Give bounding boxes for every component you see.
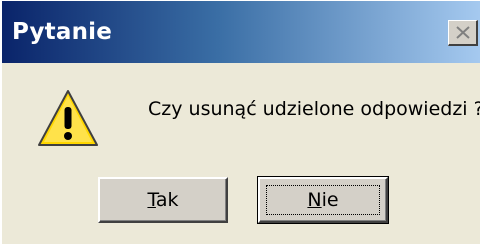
close-button[interactable]: [448, 20, 478, 46]
yes-button[interactable]: Tak: [98, 177, 228, 223]
no-button[interactable]: Nie: [257, 176, 389, 224]
question-dialog: Pytanie Czy usunąć udzielone odpowiedzi …: [0, 0, 480, 244]
yes-button-label: Tak: [147, 189, 179, 211]
warning-icon: [38, 90, 98, 146]
close-icon: [456, 26, 470, 39]
focus-indicator: [266, 185, 380, 215]
dialog-message: Czy usunąć udzielone odpowiedzi ?: [148, 98, 480, 120]
window-title: Pytanie: [12, 19, 113, 45]
title-bar[interactable]: Pytanie: [2, 1, 480, 63]
